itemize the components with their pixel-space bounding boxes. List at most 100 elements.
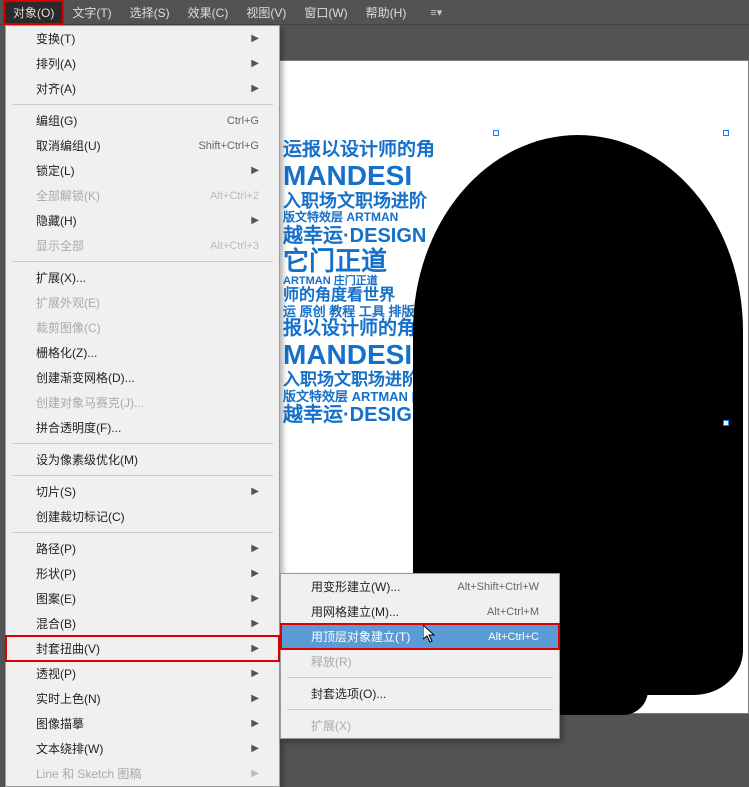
- menu-shortcut: Alt+Ctrl+2: [210, 190, 259, 202]
- submenu-arrow-icon: ▶: [251, 543, 259, 554]
- menu-item-label: 创建裁切标记(C): [36, 508, 125, 525]
- collage-text-line: 入职场文职场进阶: [283, 192, 463, 212]
- menu-item[interactable]: 变换(T)▶: [6, 26, 279, 51]
- menu-item[interactable]: 对齐(A) ▶: [6, 76, 279, 101]
- menu-shortcut: Alt+Ctrl+C: [488, 631, 539, 643]
- menu-item[interactable]: 编组(G) Ctrl+G: [6, 108, 279, 133]
- submenu-arrow-icon: ▶: [251, 668, 259, 679]
- menubar-item[interactable]: 窗口(W): [295, 1, 356, 24]
- submenu-arrow-icon: ▶: [251, 693, 259, 704]
- menu-item[interactable]: 路径(P) ▶: [6, 536, 279, 561]
- selection-handle[interactable]: [493, 130, 499, 136]
- submenu-arrow-icon: ▶: [251, 568, 259, 579]
- menu-item-label: 锁定(L): [36, 162, 75, 179]
- menu-item-label: 排列(A): [36, 55, 76, 72]
- menu-item[interactable]: 设为像素级优化(M): [6, 447, 279, 472]
- menu-separator: [287, 677, 553, 678]
- menubar-item[interactable]: 效果(C): [179, 1, 238, 24]
- menu-item-label: 文本绕排(W): [36, 740, 103, 757]
- menu-item[interactable]: 锁定(L) ▶: [6, 158, 279, 183]
- menu-item[interactable]: 用变形建立(W)...Alt+Shift+Ctrl+W: [281, 574, 559, 599]
- menu-item-label: 裁剪图像(C): [36, 319, 101, 336]
- menubar-item[interactable]: 文字(T): [63, 1, 120, 24]
- menu-item-label: 扩展(X): [311, 717, 351, 734]
- menu-item[interactable]: 封套扭曲(V)▶: [6, 636, 279, 661]
- submenu-arrow-icon: ▶: [251, 486, 259, 497]
- menu-separator: [12, 475, 273, 476]
- menu-item[interactable]: 形状(P) ▶: [6, 561, 279, 586]
- menu-item[interactable]: 隐藏(H) ▶: [6, 208, 279, 233]
- menu-separator: [12, 443, 273, 444]
- menu-item[interactable]: 栅格化(Z)...: [6, 340, 279, 365]
- submenu-arrow-icon: ▶: [251, 618, 259, 629]
- menu-item-label: 取消编组(U): [36, 137, 101, 154]
- menu-item-label: 图像描摹: [36, 715, 84, 732]
- submenu-arrow-icon: ▶: [251, 165, 259, 176]
- menu-item-label: 透视(P): [36, 665, 76, 682]
- menu-item[interactable]: 实时上色(N)▶: [6, 686, 279, 711]
- menu-item[interactable]: 文本绕排(W)▶: [6, 736, 279, 761]
- menu-item-label: 释放(R): [311, 653, 352, 670]
- menu-item-label: 对齐(A): [36, 80, 76, 97]
- menu-item-label: 隐藏(H): [36, 212, 77, 229]
- menu-shortcut: Shift+Ctrl+G: [198, 140, 259, 152]
- menubar: 对象(O)文字(T)选择(S)效果(C)视图(V)窗口(W)帮助(H) ≡▾: [0, 0, 749, 25]
- menubar-item[interactable]: 对象(O): [4, 1, 63, 24]
- menu-item[interactable]: 扩展(X)...: [6, 265, 279, 290]
- menu-item-label: 栅格化(Z)...: [36, 344, 97, 361]
- menubar-item[interactable]: 视图(V): [237, 1, 295, 24]
- envelope-distort-submenu: 用变形建立(W)...Alt+Shift+Ctrl+W 用网格建立(M)... Al…: [280, 573, 560, 739]
- menu-item[interactable]: 切片(S)▶: [6, 479, 279, 504]
- menu-item[interactable]: 用网格建立(M)... Alt+Ctrl+M: [281, 599, 559, 624]
- menu-item[interactable]: 图案(E)▶: [6, 586, 279, 611]
- menubar-item[interactable]: 帮助(H): [357, 1, 416, 24]
- menu-item[interactable]: 透视(P) ▶: [6, 661, 279, 686]
- menu-item-label: 变换(T): [36, 30, 75, 47]
- submenu-arrow-icon: ▶: [251, 215, 259, 226]
- menu-item[interactable]: 用顶层对象建立(T)Alt+Ctrl+C: [281, 624, 559, 649]
- menu-item: 创建对象马赛克(J)...: [6, 390, 279, 415]
- submenu-arrow-icon: ▶: [251, 768, 259, 779]
- selection-handle[interactable]: [723, 420, 729, 426]
- menu-item-label: 形状(P): [36, 565, 76, 582]
- menu-item-label: 扩展(X)...: [36, 269, 86, 286]
- menu-separator: [12, 261, 273, 262]
- menubar-item[interactable]: 选择(S): [121, 1, 179, 24]
- menu-item-label: Line 和 Sketch 图稿: [36, 765, 141, 782]
- menu-item[interactable]: 创建渐变网格(D)...: [6, 365, 279, 390]
- submenu-arrow-icon: ▶: [251, 593, 259, 604]
- menu-item: 扩展(X): [281, 713, 559, 738]
- menu-item-label: 创建渐变网格(D)...: [36, 369, 135, 386]
- menu-item-label: 混合(B): [36, 615, 76, 632]
- submenu-arrow-icon: ▶: [251, 83, 259, 94]
- selection-handle[interactable]: [723, 130, 729, 136]
- menu-separator: [287, 709, 553, 710]
- menu-item[interactable]: 排列(A)▶: [6, 51, 279, 76]
- menu-shortcut: Alt+Ctrl+3: [210, 240, 259, 252]
- menu-item[interactable]: 图像描摹 ▶: [6, 711, 279, 736]
- menu-item-label: 设为像素级优化(M): [36, 451, 138, 468]
- menu-item-label: 编组(G): [36, 112, 77, 129]
- menu-item[interactable]: 封套选项(O)...: [281, 681, 559, 706]
- menu-shortcut: Ctrl+G: [227, 115, 259, 127]
- menu-item: Line 和 Sketch 图稿 ▶: [6, 761, 279, 786]
- menu-item-label: 封套选项(O)...: [311, 685, 386, 702]
- menu-item-label: 创建对象马赛克(J)...: [36, 394, 144, 411]
- menu-shortcut: Alt+Ctrl+M: [487, 606, 539, 618]
- menu-item: 裁剪图像(C): [6, 315, 279, 340]
- collage-text-line: 运报以设计师的角: [283, 140, 463, 161]
- menu-item[interactable]: 混合(B) ▶: [6, 611, 279, 636]
- menu-item[interactable]: 拼合透明度(F)...: [6, 415, 279, 440]
- menu-item[interactable]: 创建裁切标记(C): [6, 504, 279, 529]
- submenu-arrow-icon: ▶: [251, 718, 259, 729]
- toolbar-icon[interactable]: ≡▾: [430, 6, 442, 19]
- menu-item-label: 封套扭曲(V): [36, 640, 100, 657]
- menu-item: 全部解锁(K) Alt+Ctrl+2: [6, 183, 279, 208]
- menu-item-label: 路径(P): [36, 540, 76, 557]
- menu-item-label: 全部解锁(K): [36, 187, 100, 204]
- menu-item-label: 用网格建立(M)...: [311, 603, 399, 620]
- collage-text-line: MANDESI: [283, 161, 463, 192]
- menu-item-label: 扩展外观(E): [36, 294, 100, 311]
- menu-item[interactable]: 取消编组(U) Shift+Ctrl+G: [6, 133, 279, 158]
- menu-item-label: 显示全部: [36, 237, 84, 254]
